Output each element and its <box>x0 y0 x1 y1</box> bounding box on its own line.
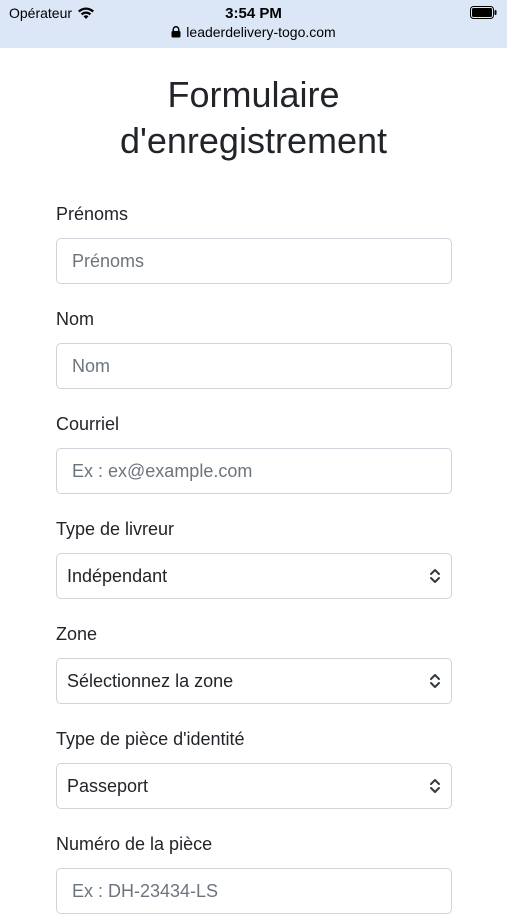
first-name-label: Prénoms <box>56 204 129 224</box>
zone-label: Zone <box>56 624 98 644</box>
courier-type-select[interactable]: Indépendant <box>56 553 452 599</box>
first-name-input[interactable] <box>56 238 452 284</box>
id-type-value[interactable]: Passeport <box>56 763 452 809</box>
browser-status-bar: Opérateur 3:54 PM leaderdelivery-togo.co… <box>0 0 507 48</box>
email-group: Courriel <box>56 410 452 494</box>
chevron-up-down-icon <box>430 779 440 793</box>
last-name-label: Nom <box>56 309 95 329</box>
id-number-group: Numéro de la pièce <box>56 830 452 914</box>
last-name-input[interactable] <box>56 343 452 389</box>
address-bar[interactable]: leaderdelivery-togo.com <box>0 24 507 40</box>
battery-icon <box>470 6 497 19</box>
id-type-group: Type de pièce d'identité Passeport <box>56 725 452 809</box>
page-title-line1: Formulaire <box>167 74 340 115</box>
zone-value[interactable]: Sélectionnez la zone <box>56 658 452 704</box>
lock-icon <box>171 26 181 38</box>
id-type-select[interactable]: Passeport <box>56 763 452 809</box>
page-title-line2: d'enregistrement <box>119 120 387 161</box>
url-text: leaderdelivery-togo.com <box>186 24 336 40</box>
last-name-group: Nom <box>56 305 452 389</box>
page-title: Formulaire d'enregistrement <box>0 72 507 164</box>
registration-form: Prénoms Nom Courriel Type de livreur Ind… <box>56 200 452 914</box>
clock: 3:54 PM <box>225 5 282 22</box>
email-label: Courriel <box>56 414 120 434</box>
id-number-label: Numéro de la pièce <box>56 834 213 854</box>
zone-group: Zone Sélectionnez la zone <box>56 620 452 704</box>
id-type-label: Type de pièce d'identité <box>56 729 245 749</box>
first-name-group: Prénoms <box>56 200 452 284</box>
zone-select[interactable]: Sélectionnez la zone <box>56 658 452 704</box>
id-number-input[interactable] <box>56 868 452 914</box>
chevron-up-down-icon <box>430 674 440 688</box>
email-input[interactable] <box>56 448 452 494</box>
courier-type-label: Type de livreur <box>56 519 175 539</box>
courier-type-value[interactable]: Indépendant <box>56 553 452 599</box>
chevron-up-down-icon <box>430 569 440 583</box>
courier-type-group: Type de livreur Indépendant <box>56 515 452 599</box>
